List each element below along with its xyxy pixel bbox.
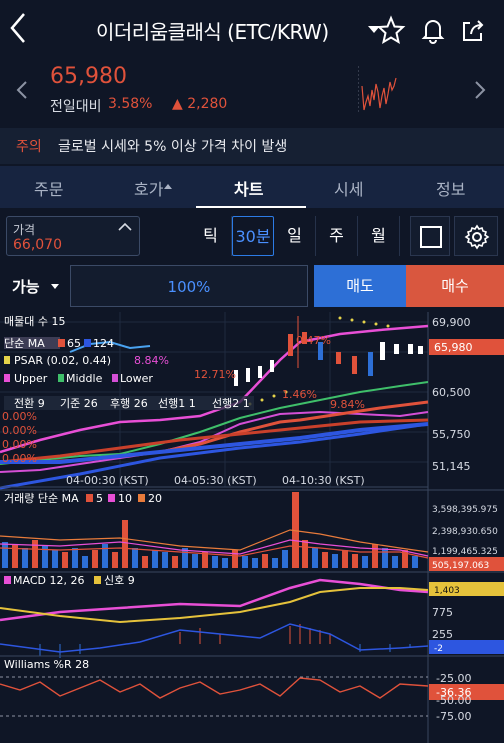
pct-label-c: 9.84% [330,398,365,411]
price-value: 66,070 [13,237,62,253]
tab-orderbook[interactable]: 호가 [134,176,163,200]
vol-ma2: 10 [118,492,132,505]
volume-legend: 거래량 단순 MA [4,492,79,505]
pct-label-top: 0.47% [296,334,331,347]
volume-profile-pct-labels: 0.00% 0.00% 0.00% 0.00% [2,410,37,465]
period-30min[interactable]: 30분 [232,216,274,256]
svg-text:0.00%: 0.00% [2,438,37,451]
price-gap-notice: 주의 글로벌 시세와 5% 이상 가격 차이 발생 [0,128,504,164]
price-box[interactable]: 가격 66,070 [6,216,140,256]
ma-legend: 단순 MA [4,337,45,350]
chart-area[interactable]: 매물대 수 15 단순 MA 65 124 PSAR (0.02, 0.44) … [0,312,504,743]
period-week[interactable]: 주 [316,216,358,256]
psar-legend: PSAR (0.02, 0.44) [14,354,111,367]
vol-current-tag: 505,197.063 [432,561,489,571]
pct-label-a: 12.71% [194,368,236,381]
macd-y-0: 775 [432,606,453,619]
macd-y-1: 255 [432,628,453,641]
williams-legend: Williams %R 28 [4,658,89,671]
prev-market-chevron-icon[interactable] [16,80,28,105]
psar-pct: 8.84% [134,354,169,367]
fullscreen-button[interactable] [410,216,450,256]
orderbook-caret-icon [164,184,172,189]
vol-ma3: 20 [148,492,162,505]
y-tick-3: 51,145 [432,460,471,473]
pct-label-b: 1.46% [282,388,317,401]
period-tick[interactable]: 틱 [190,216,232,256]
ichimoku-legend-5: 선행2 1 [212,397,250,410]
chevron-up-icon[interactable] [117,219,133,239]
vol-y-2: 1,199,465.325 [432,547,498,557]
williams-y-0: -25.00 [436,672,471,685]
bb-lower-legend: Lower [120,372,153,385]
tab-chart[interactable]: 차트 [234,176,263,200]
ma1-legend: 65 [67,337,81,350]
available-dropdown-icon[interactable] [51,284,59,289]
notice-tag: 주의 [16,139,42,155]
ichimoku-legend-3: 후행 26 [110,397,148,410]
ichimoku-legend-1: 전환 9 [14,397,45,410]
sell-button[interactable]: 매도 [314,265,406,307]
share-icon[interactable] [458,15,488,45]
next-market-chevron-icon[interactable] [474,80,486,105]
main-tabs: 주문 호가 차트 시세 정보 [0,166,504,208]
buy-button[interactable]: 매수 [406,265,504,307]
y-tick-2: 55,750 [432,428,471,441]
tab-info[interactable]: 정보 [436,176,465,200]
x-tick-0: 04-00:30 (KST) [66,474,149,487]
notice-message: 글로벌 시세와 5% 이상 가격 차이 발생 [58,139,288,155]
chart-settings-button[interactable] [454,216,498,256]
bb-upper-legend: Upper [14,372,48,385]
tab-market[interactable]: 시세 [334,176,363,200]
price-label: 가격 [13,223,36,237]
current-price: 65,980 [50,64,127,89]
macd-signal-legend: 신호 9 [104,574,135,587]
vol-y-1: 2,398,930.650 [432,527,498,537]
change-percent: 3.58% [108,96,153,112]
svg-text:0.00%: 0.00% [2,410,37,423]
x-tick-1: 04-05:30 (KST) [174,474,257,487]
macd-current-a: 1,403 [434,586,460,596]
order-percent-selector[interactable]: 100% [70,265,308,307]
williams-y-1: -50.00 [436,694,471,707]
ichimoku-legend-2: 기준 26 [60,397,98,410]
period-day[interactable]: 일 [274,216,316,256]
y-tick-0: 69,900 [432,316,471,329]
svg-text:0.00%: 0.00% [2,424,37,437]
macd-current-b: -2 [434,644,443,654]
current-price-tag: 65,980 [434,341,473,354]
top-bar: 이더리움클래식 (ETC/KRW) [0,0,504,58]
ma2-legend: 124 [93,337,114,350]
ichimoku-legend-4: 선행1 1 [158,397,196,410]
vol-y-0: 3,598,395.975 [432,505,498,515]
macd-legend: MACD 12, 26 [13,574,84,587]
prev-day-label: 전일대비 [50,99,102,115]
change-amount: ▲ 2,280 [172,96,228,112]
x-tick-2: 04-10:30 (KST) [282,474,365,487]
mini-sparkline [357,66,418,114]
y-tick-1: 60,500 [432,386,471,399]
bb-middle-legend: Middle [66,372,103,385]
tab-order[interactable]: 주문 [34,176,63,200]
active-tab-indicator [196,206,306,208]
back-arrow-icon[interactable] [8,10,28,55]
period-month[interactable]: 월 [358,216,400,256]
volume-profile-legend: 매물대 수 15 [4,315,65,328]
williams-y-2: -75.00 [436,710,471,723]
bell-icon[interactable] [418,15,448,45]
available-label[interactable]: 가능 [12,276,40,297]
market-title[interactable]: 이더리움클래식 (ETC/KRW) [96,16,329,45]
vol-ma1: 5 [96,492,103,505]
star-icon[interactable] [376,15,406,45]
svg-text:0.00%: 0.00% [2,452,37,465]
gear-icon [464,224,490,250]
square-icon [420,226,442,248]
